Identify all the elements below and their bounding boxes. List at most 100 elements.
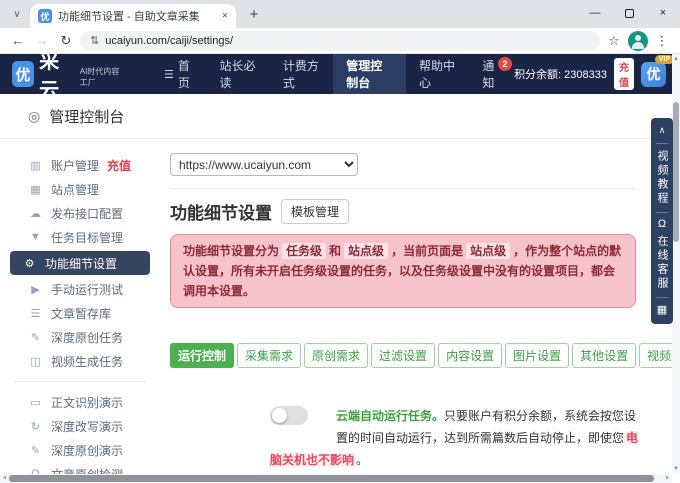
nav-item-must-read[interactable]: 站长必读 [206,54,269,94]
divider [656,143,668,144]
divider [656,212,668,213]
sidebar-item-task-targets[interactable]: ▼ 任务目标管理 [0,225,160,249]
sidebar-item-manual-test[interactable]: ▶ 手动运行测试 [0,277,160,301]
toggle-knob [272,408,287,423]
notification-badge: 2 [498,57,512,71]
sidebar-item-label: 正文识别演示 [51,394,123,411]
sidebar-item-label: 深度原创任务 [51,329,123,346]
tab-close-icon[interactable]: × [222,10,228,22]
sidebar-item-account[interactable]: ▥ 账户管理 充值 [0,153,160,177]
tab-title: 功能细节设置 - 自助文章采集 [58,8,216,24]
sidebar-item-content-recognition-demo[interactable]: ▭ 正文识别演示 [0,390,160,414]
play-icon: ▶ [28,283,43,296]
qr-code-icon[interactable]: ▦ [657,301,667,318]
horizontal-scrollbar-thumb[interactable] [9,475,654,482]
window-controls: — × [578,0,680,26]
online-service-link[interactable]: 在线客服 [654,232,670,294]
edit-icon: ✎ [28,331,43,344]
grid-icon: ▦ [28,183,43,196]
section-title: 功能细节设置 [170,199,272,224]
tab-other-settings[interactable]: 其他设置 [572,343,636,368]
scroll-left-arrow[interactable]: ◂ [0,474,9,483]
page-content: ◎ 管理控制台 ▥ 账户管理 充值 ▦ 站点管理 ☁ 发布接口配置 ▼ 任务目标… [0,94,672,474]
divider [170,188,636,189]
tab-run-control[interactable]: 运行控制 [170,343,234,368]
recharge-link[interactable]: 充值 [107,157,131,174]
sidebar-item-label: 视频生成任务 [51,353,123,370]
sidebar-item-deep-rewrite-demo[interactable]: ↻ 深度改写演示 [0,414,160,438]
site-select[interactable]: https://www.ucaiyun.com [170,153,358,176]
site-level-tag: 站点级 [344,243,388,259]
scroll-right-arrow[interactable]: ▸ [663,474,672,483]
sidebar-item-label: 任务目标管理 [51,229,123,246]
site-navbar: 优 采云 AI时代内容工厂 ☰ 首页 站长必读 计费方式 管理控制台 帮助中心 … [0,54,680,94]
video-tutorial-link[interactable]: 视频教程 [654,147,670,209]
tab-video-generation[interactable]: 视频生成 [639,343,672,368]
sidebar-item-deep-original-demo[interactable]: ✎ 深度原创演示 [0,438,160,462]
scroll-down-arrow[interactable]: ▼ [672,464,680,474]
nav-item-help[interactable]: 帮助中心 [406,54,469,94]
video-camera-icon: ◫ [28,355,43,368]
vertical-scrollbar-thumb[interactable] [673,102,679,242]
tab-search-chevron-icon[interactable]: ∨ [6,3,28,25]
bookmark-star-icon[interactable]: ☆ [604,31,624,51]
nav-item-home[interactable]: ☰ 首页 [151,54,207,94]
horizontal-scrollbar[interactable]: ◂ ▸ [0,474,672,483]
logo-tagline: AI时代内容工厂 [80,66,127,88]
browser-tab-strip: ∨ 优 功能细节设置 - 自助文章采集 × + — × [0,0,680,28]
sidebar-item-label: 文章原创检测 [51,466,123,475]
headset-icon[interactable]: Ω [658,216,666,232]
floating-help-bar: ∧ 视频教程 Ω 在线客服 ▦ [651,118,673,324]
notice-text: 和 [329,244,341,258]
monitor-icon: ▭ [28,396,43,409]
template-manage-button[interactable]: 模板管理 [281,199,349,224]
sidebar-item-deep-original-tasks[interactable]: ✎ 深度原创任务 [0,325,160,349]
cloud-auto-run-toggle[interactable] [270,406,308,425]
nav-item-notifications[interactable]: 通知 2 [469,54,514,94]
nav-item-label: 帮助中心 [419,57,456,91]
sidebar-item-label: 深度原创演示 [51,442,123,459]
tab-collect-requirements[interactable]: 采集需求 [237,343,301,368]
task-level-tag: 任务级 [282,243,326,259]
recharge-button[interactable]: 充值 [614,58,634,90]
edit-icon: ✎ [28,444,43,457]
collapse-chevron-icon[interactable]: ∧ [659,123,666,140]
sidebar-item-originality-check[interactable]: Q 文章原创检测 [0,462,160,474]
vertical-scrollbar[interactable]: ▲ ▼ [672,54,680,474]
filter-icon: ▼ [28,231,43,243]
site-nav-menu: ☰ 首页 站长必读 计费方式 管理控制台 帮助中心 通知 2 [151,54,514,94]
cloud-auto-run-desc-tail: 。 [356,453,368,467]
window-minimize-button[interactable]: — [578,0,612,26]
tab-image-settings[interactable]: 图片设置 [505,343,569,368]
cloud-auto-run-title: 云端自动运行任务。 [336,409,444,423]
tab-filter-settings[interactable]: 过滤设置 [371,343,435,368]
sidebar-item-feature-settings[interactable]: ⚙ 功能细节设置 [10,251,150,275]
tab-content-settings[interactable]: 内容设置 [438,343,502,368]
nav-item-label: 站长必读 [219,57,256,91]
level-notice: 功能细节设置分为任务级和站点级，当前页面是站点级，作为整个站点的默认设置，所有未… [170,234,636,308]
browser-profile-avatar[interactable] [628,31,648,51]
address-bar[interactable]: ⇅ ucaiyun.com/caiji/settings/ [80,31,600,51]
sidebar-item-article-store[interactable]: ☰ 文章暂存库 [0,301,160,325]
user-avatar[interactable]: 优 VIP [641,62,666,87]
sidebar-item-label: 站点管理 [51,181,99,198]
notice-text: ，当前页面是 [391,244,463,258]
sidebar-item-label: 账户管理 [51,157,99,174]
browser-tab-active[interactable]: 优 功能细节设置 - 自助文章采集 × [30,4,236,28]
sidebar-divider [14,381,146,382]
window-close-button[interactable]: × [646,0,680,26]
sidebar-item-video-tasks[interactable]: ◫ 视频生成任务 [0,349,160,373]
window-restore-button[interactable] [612,0,646,26]
sidebar-item-label: 文章暂存库 [51,305,111,322]
user-avatar-mark: 优 [641,62,666,87]
tab-original-requirements[interactable]: 原创需求 [304,343,368,368]
browser-menu-icon[interactable]: ⋮ [652,31,672,51]
sidebar-item-sites[interactable]: ▦ 站点管理 [0,177,160,201]
scroll-up-arrow[interactable]: ▲ [672,54,680,64]
nav-item-console[interactable]: 管理控制台 [333,54,406,94]
new-tab-button[interactable]: + [242,2,266,26]
nav-item-label: 管理控制台 [346,57,393,91]
sidebar-item-publish-api[interactable]: ☁ 发布接口配置 [0,201,160,225]
points-balance: 积分余额: 2308333 [514,66,607,82]
nav-item-billing[interactable]: 计费方式 [270,54,333,94]
